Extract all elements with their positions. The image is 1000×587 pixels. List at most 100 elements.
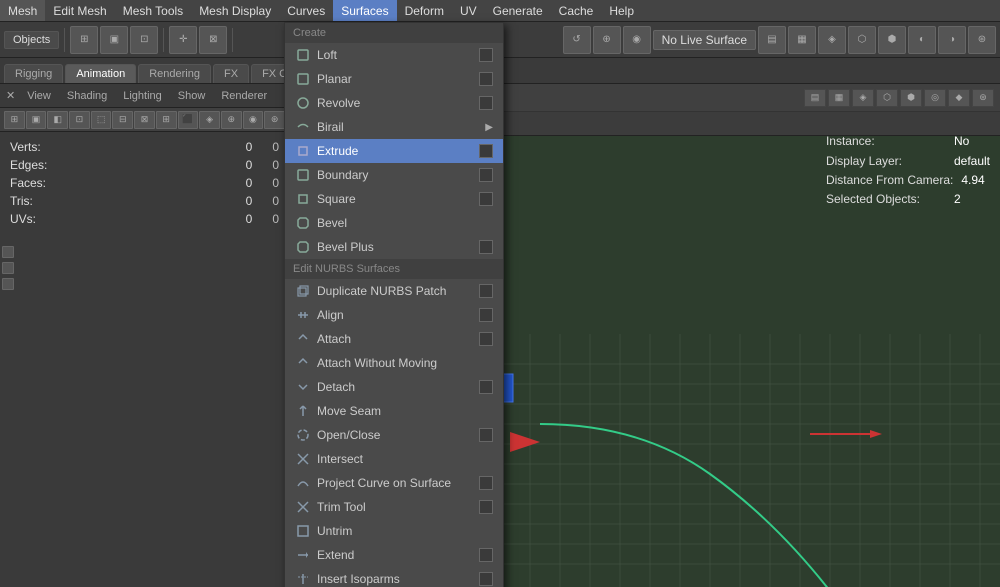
dd-duplicate-nurbs-check[interactable]	[479, 284, 493, 298]
menu-uv[interactable]: UV	[452, 0, 485, 21]
sm-btn-11[interactable]: ⊕	[221, 111, 242, 129]
sm-btn-12[interactable]: ◉	[243, 111, 264, 129]
vp-menu-lighting[interactable]: Lighting	[119, 88, 166, 104]
dd-revolve-check[interactable]	[479, 96, 493, 110]
dd-bevel-plus[interactable]: Bevel Plus	[285, 235, 503, 259]
dd-boundary-check[interactable]	[479, 168, 493, 182]
no-live-surface-top[interactable]: No Live Surface	[653, 30, 756, 50]
dd-duplicate-nurbs[interactable]: Duplicate NURBS Patch	[285, 279, 503, 303]
sm-btn-8[interactable]: ⊞	[156, 111, 177, 129]
dd-align[interactable]: Align	[285, 303, 503, 327]
sm-btn-7[interactable]: ⊠	[134, 111, 155, 129]
vp-menu-show[interactable]: Show	[174, 88, 210, 104]
menu-edit-mesh[interactable]: Edit Mesh	[45, 0, 114, 21]
dd-extend[interactable]: Extend	[285, 543, 503, 567]
toolbar-btn-1[interactable]: ⊞	[70, 26, 98, 54]
dd-detach[interactable]: Detach	[285, 375, 503, 399]
toolbar-right-11[interactable]: ⊛	[968, 26, 996, 54]
edge-icon-2[interactable]	[2, 262, 14, 274]
dd-insert-isoparms[interactable]: Insert Isoparms	[285, 567, 503, 587]
dd-revolve[interactable]: Revolve	[285, 91, 503, 115]
sm-btn-5[interactable]: ⬚	[91, 111, 112, 129]
cam-btn-6[interactable]: ◎	[924, 89, 946, 107]
sm-btn-3[interactable]: ◧	[47, 111, 68, 129]
cam-btn-7[interactable]: ◆	[948, 89, 970, 107]
toolbar-right-9[interactable]: ◐	[908, 26, 936, 54]
dd-trim-tool[interactable]: Trim Tool	[285, 495, 503, 519]
vp-close-btn[interactable]: ✕	[6, 89, 15, 102]
edge-icon-1[interactable]	[2, 246, 14, 258]
sm-btn-4[interactable]: ⊡	[69, 111, 90, 129]
toolbar-btn-2[interactable]: ▣	[100, 26, 128, 54]
dd-detach-check[interactable]	[479, 380, 493, 394]
dd-open-close-check[interactable]	[479, 428, 493, 442]
tab-rigging[interactable]: Rigging	[4, 64, 63, 83]
dd-open-close[interactable]: Open/Close	[285, 423, 503, 447]
dd-project-curve-check[interactable]	[479, 476, 493, 490]
vp-menu-view[interactable]: View	[23, 88, 55, 104]
dd-loft-check[interactable]	[479, 48, 493, 62]
dd-attach-without-moving[interactable]: Attach Without Moving	[285, 351, 503, 375]
cam-btn-4[interactable]: ⬡	[876, 89, 898, 107]
dd-bevel-plus-check[interactable]	[479, 240, 493, 254]
toolbar-btn-3[interactable]: ⊡	[130, 26, 158, 54]
dd-planar-check[interactable]	[479, 72, 493, 86]
toolbar-btn-4[interactable]: ✛	[169, 26, 197, 54]
menu-generate[interactable]: Generate	[485, 0, 551, 21]
toolbar-btn-5[interactable]: ⊠	[199, 26, 227, 54]
dd-untrim[interactable]: Untrim	[285, 519, 503, 543]
sm-btn-2[interactable]: ▣	[26, 111, 47, 129]
toolbar-right-1[interactable]: ↺	[563, 26, 591, 54]
dd-planar[interactable]: Planar	[285, 67, 503, 91]
sm-btn-9[interactable]: ⬛	[178, 111, 199, 129]
dd-trim-tool-check[interactable]	[479, 500, 493, 514]
menu-mesh[interactable]: Mesh	[0, 0, 45, 21]
menu-cache[interactable]: Cache	[551, 0, 602, 21]
dd-insert-isoparms-check[interactable]	[479, 572, 493, 586]
dd-project-curve[interactable]: Project Curve on Surface	[285, 471, 503, 495]
toolbar-right-4[interactable]: ▤	[758, 26, 786, 54]
toolbar-right-10[interactable]: ◑	[938, 26, 966, 54]
menu-deform[interactable]: Deform	[397, 0, 452, 21]
dd-attach-check[interactable]	[479, 332, 493, 346]
dd-move-seam[interactable]: Move Seam	[285, 399, 503, 423]
cam-btn-1[interactable]: ▤	[804, 89, 826, 107]
sm-btn-13[interactable]: ⊛	[264, 111, 285, 129]
menu-surfaces[interactable]: Surfaces	[333, 0, 396, 21]
menu-help[interactable]: Help	[601, 0, 642, 21]
dd-extrude[interactable]: Extrude	[285, 139, 503, 163]
dd-align-check[interactable]	[479, 308, 493, 322]
cam-btn-3[interactable]: ◈	[852, 89, 874, 107]
toolbar-right-3[interactable]: ◉	[623, 26, 651, 54]
tab-rendering[interactable]: Rendering	[138, 64, 211, 83]
menu-curves[interactable]: Curves	[279, 0, 333, 21]
menu-mesh-tools[interactable]: Mesh Tools	[115, 0, 191, 21]
dd-extend-check[interactable]	[479, 548, 493, 562]
cam-btn-2[interactable]: ▦	[828, 89, 850, 107]
objects-label[interactable]: Objects	[4, 31, 59, 49]
dd-intersect[interactable]: Intersect	[285, 447, 503, 471]
sm-btn-10[interactable]: ◈	[199, 111, 220, 129]
dd-bevel[interactable]: Bevel	[285, 211, 503, 235]
cam-btn-8[interactable]: ⊛	[972, 89, 994, 107]
toolbar-right-5[interactable]: ▦	[788, 26, 816, 54]
dd-boundary[interactable]: Boundary	[285, 163, 503, 187]
toolbar-right-8[interactable]: ⬢	[878, 26, 906, 54]
toolbar-right-6[interactable]: ◈	[818, 26, 846, 54]
toolbar-right-7[interactable]: ⬡	[848, 26, 876, 54]
dd-square-check[interactable]	[479, 192, 493, 206]
dd-extrude-check[interactable]	[479, 144, 493, 158]
dd-square[interactable]: Square	[285, 187, 503, 211]
sm-btn-6[interactable]: ⊟	[112, 111, 133, 129]
dd-attach[interactable]: Attach	[285, 327, 503, 351]
menu-mesh-display[interactable]: Mesh Display	[191, 0, 279, 21]
cam-btn-5[interactable]: ⬢	[900, 89, 922, 107]
dd-birail[interactable]: Birail ▶	[285, 115, 503, 139]
vp-menu-shading[interactable]: Shading	[63, 88, 111, 104]
sm-btn-1[interactable]: ⊞	[4, 111, 25, 129]
vp-menu-renderer[interactable]: Renderer	[217, 88, 271, 104]
dd-loft[interactable]: Loft	[285, 43, 503, 67]
tab-animation[interactable]: Animation	[65, 64, 136, 83]
toolbar-right-2[interactable]: ⊕	[593, 26, 621, 54]
edge-icon-3[interactable]	[2, 278, 14, 290]
